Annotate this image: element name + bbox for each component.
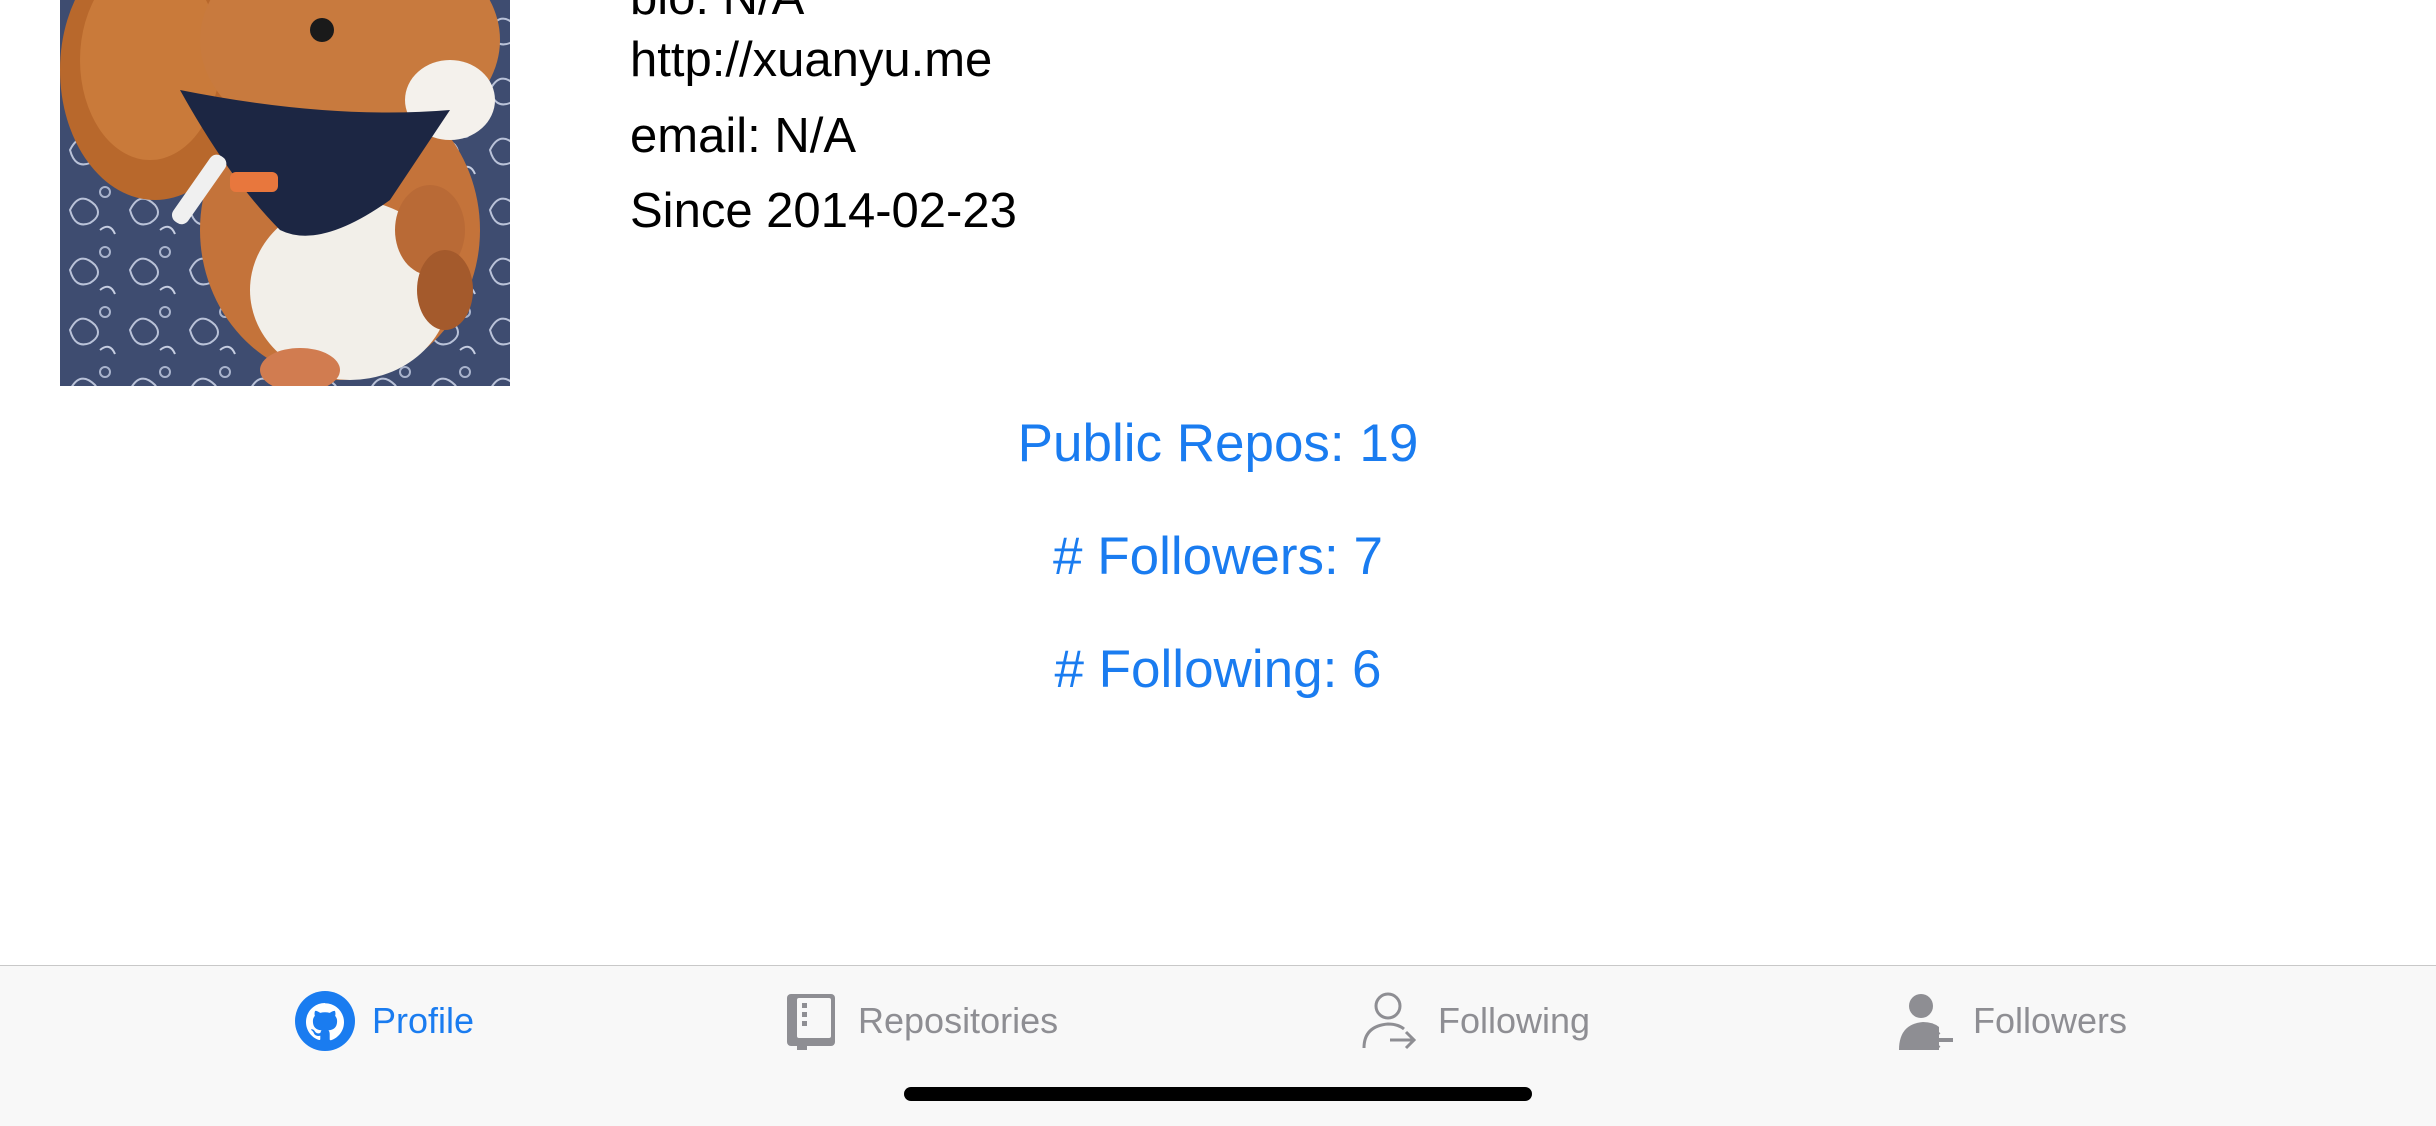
profile-blog-link[interactable]: http://xuanyu.me — [630, 30, 992, 90]
profile-bio: bio: N/A — [630, 0, 804, 28]
followers-count-button[interactable]: # Followers: 7 — [0, 525, 2436, 589]
profile-since-date: Since 2014-02-23 — [630, 184, 1017, 238]
person-incoming-icon — [1895, 990, 1957, 1052]
repo-book-icon — [780, 990, 842, 1052]
tab-profile-label: Profile — [372, 1000, 475, 1041]
person-outgoing-icon — [1360, 990, 1422, 1052]
following-count-button[interactable]: # Following: 6 — [0, 638, 2436, 702]
tab-followers-label: Followers — [1973, 1000, 2128, 1041]
tab-following[interactable]: Following — [1360, 986, 1590, 1056]
tab-followers[interactable]: Followers — [1895, 986, 2127, 1056]
github-octocat-icon — [294, 990, 356, 1052]
tab-bar: Profile Repositories Following Followers — [0, 965, 2436, 1126]
avatar — [60, 0, 510, 386]
tab-repositories[interactable]: Repositories — [780, 986, 1058, 1056]
profile-email: email: N/A — [630, 109, 857, 163]
squirrel-plush-photo — [60, 0, 510, 386]
tab-following-label: Following — [1438, 1000, 1591, 1041]
home-indicator — [904, 1087, 1532, 1101]
tab-repositories-label: Repositories — [858, 1000, 1059, 1041]
public-repos-button[interactable]: Public Repos: 19 — [0, 412, 2436, 476]
tab-profile[interactable]: Profile — [294, 986, 474, 1056]
